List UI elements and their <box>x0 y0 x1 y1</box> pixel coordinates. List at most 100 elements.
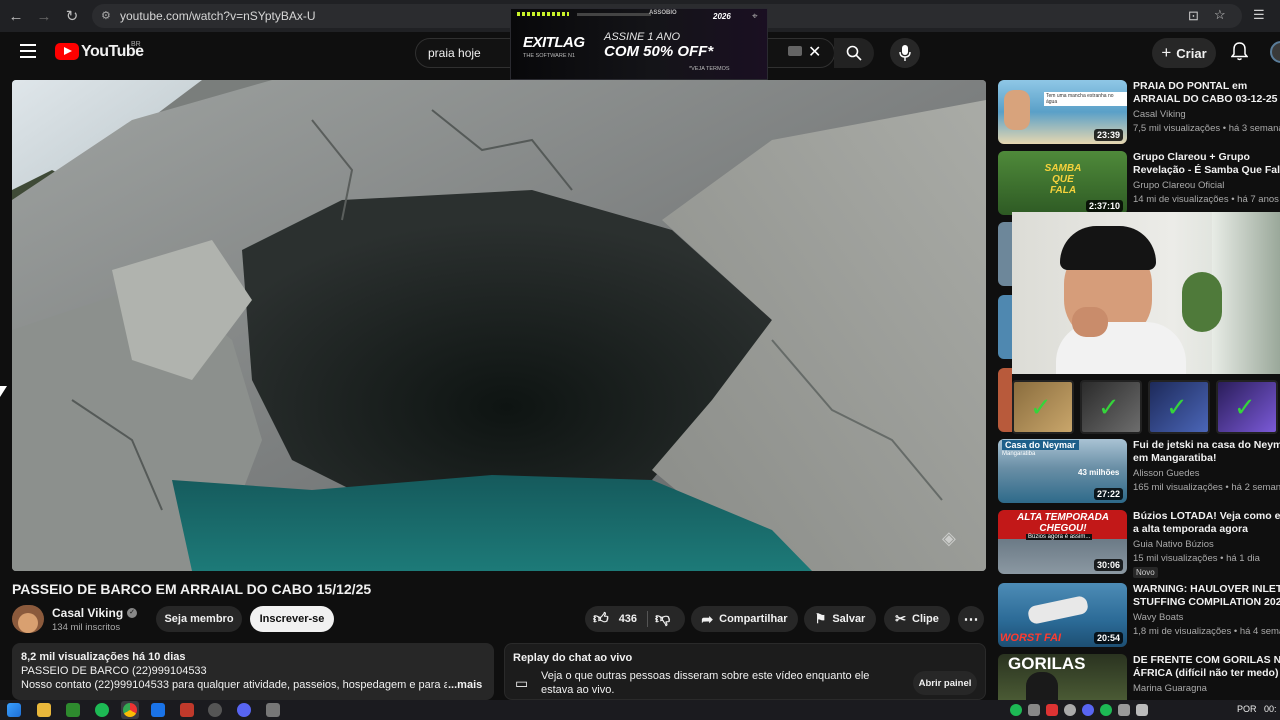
region-code: BR <box>131 41 141 48</box>
covered-thumbnail[interactable] <box>998 295 1012 359</box>
more-actions-icon[interactable]: ⋯ <box>958 606 984 632</box>
spotify-icon[interactable] <box>95 703 109 717</box>
recommendation-thumbnail[interactable]: SAMBA QUE FALA 2:37:10 <box>998 151 1127 215</box>
chrome-icon[interactable] <box>121 701 139 719</box>
recommendation-item[interactable]: Casa do Neymar Mangaratiba 43 milhões 27… <box>998 439 1280 505</box>
recommendation-channel[interactable]: Alisson Guedes <box>1133 468 1200 479</box>
voice-search-button[interactable] <box>890 38 920 68</box>
keyboard-icon[interactable] <box>788 46 802 56</box>
channel-name[interactable]: Casal Viking <box>52 606 123 620</box>
tray-icon[interactable] <box>1046 704 1058 716</box>
bookmark-icon: ⚑ <box>814 611 827 626</box>
recommendation-channel[interactable]: Guia Nativo Búzios <box>1133 539 1214 550</box>
video-duration: 20:54 <box>1093 632 1123 644</box>
clear-search-icon[interactable]: ✕ <box>808 42 821 62</box>
clock[interactable]: 00: <box>1264 704 1277 714</box>
forward-icon[interactable]: → <box>34 6 54 26</box>
app-icon[interactable] <box>266 703 280 717</box>
description-line-2: Nosso contato (22)999104533 para qualque… <box>21 679 447 691</box>
recommendation-thumbnail[interactable]: Tem uma mancha estranha no água 23:39 <box>998 80 1127 144</box>
search-value: praia hoje <box>428 46 481 60</box>
recommendation-title[interactable]: Grupo Clareou + Grupo <box>1133 151 1280 164</box>
avatar[interactable] <box>1270 41 1280 63</box>
menu-icon[interactable] <box>20 44 36 58</box>
search-icon <box>846 45 862 61</box>
recommendation-channel[interactable]: Marina Guaragna <box>1133 683 1207 694</box>
covered-thumbnail[interactable] <box>998 222 1012 286</box>
tray-icon[interactable] <box>1118 704 1130 716</box>
recommendation-item[interactable]: SAMBA QUE FALA 2:37:10 Grupo Clareou + G… <box>998 151 1280 217</box>
recommendation-title-line-2[interactable]: ÁFRICA (difícil não ter medo) <box>1133 667 1280 680</box>
recommendation-title-line-2[interactable]: Revelação - É Samba Que Fala <box>1133 164 1280 177</box>
like-count[interactable]: 436 <box>619 613 637 625</box>
recommendation-title-line-2[interactable]: a alta temporada agora <box>1133 523 1280 536</box>
like-icon[interactable]: 👍︎ <box>593 610 609 628</box>
create-button[interactable]: + Criar <box>1152 38 1216 68</box>
recommendation-meta: 1,8 mi de visualizações • há 4 semanas <box>1133 626 1280 637</box>
save-button[interactable]: ⚑ Salvar <box>804 606 876 632</box>
recommendation-title[interactable]: Fui de jetski na casa do Neymar <box>1133 439 1280 452</box>
ad-brand: EXITLAG <box>523 34 585 51</box>
app-icon[interactable] <box>180 703 194 717</box>
open-panel-button[interactable]: Abrir painel <box>913 671 977 695</box>
file-explorer-icon[interactable] <box>37 703 51 717</box>
tray-icon[interactable] <box>1028 704 1040 716</box>
tray-icon[interactable] <box>1082 704 1094 716</box>
site-settings-icon[interactable]: ⚙ <box>101 9 111 22</box>
reading-list-icon[interactable]: ☰ <box>1253 7 1265 23</box>
recommendation-item[interactable]: GORILAS DE FRENTE COM GORILAS NA ÁFRICA … <box>998 654 1280 700</box>
recommendation-title[interactable]: WARNING: HAULOVER INLET <box>1133 583 1280 596</box>
install-icon[interactable]: ⊡ <box>1188 8 1199 24</box>
recommendation-thumbnail[interactable]: WORST FAI 20:54 <box>998 583 1127 647</box>
channel-watermark-icon[interactable]: ◈ <box>942 528 956 549</box>
ad-info-icon[interactable]: ⌖ <box>752 11 758 22</box>
ad-banner[interactable]: ASSOBIO 2026 ⌖ EXITLAG THE SOFTWARE N1 A… <box>510 8 768 80</box>
recommendation-title[interactable]: Búzios LOTADA! Veja como está <box>1133 510 1280 523</box>
show-more-link[interactable]: ...mais <box>448 679 482 691</box>
recommendation-item[interactable]: ALTA TEMPORADA CHEGOU! Búzios agora é as… <box>998 510 1280 578</box>
app-icon[interactable] <box>151 703 165 717</box>
recommendation-item[interactable]: Tem uma mancha estranha no água 23:39 PR… <box>998 80 1280 146</box>
recommendation-item[interactable]: WORST FAI 20:54 WARNING: HAULOVER INLET … <box>998 583 1280 649</box>
clip-button[interactable]: ✂ Clipe <box>884 606 950 632</box>
notifications-bell-icon[interactable] <box>1230 42 1249 66</box>
recommendation-title[interactable]: DE FRENTE COM GORILAS NA <box>1133 654 1280 667</box>
video-duration: 27:22 <box>1093 488 1123 500</box>
recommendation-channel[interactable]: Wavy Boats <box>1133 612 1183 623</box>
tray-icon[interactable] <box>1136 704 1148 716</box>
share-button[interactable]: ➦ Compartilhar <box>691 606 798 632</box>
chat-replay-text: Veja o que outras pessoas disseram sobre… <box>541 670 870 696</box>
tray-icon[interactable] <box>1064 704 1076 716</box>
app-icon[interactable] <box>208 703 222 717</box>
start-menu-icon[interactable] <box>7 703 21 717</box>
tray-icon[interactable] <box>1100 704 1112 716</box>
recommendation-thumbnail[interactable]: GORILAS <box>998 654 1127 700</box>
description-box[interactable]: 8,2 mil visualizações há 10 dias PASSEIO… <box>12 643 494 700</box>
recommendation-meta: 165 mil visualizações • há 2 semanas <box>1133 482 1280 493</box>
reload-icon[interactable]: ↻ <box>62 6 82 26</box>
channel-avatar[interactable] <box>12 605 44 633</box>
create-label: Criar <box>1176 45 1207 61</box>
recommendation-channel[interactable]: Grupo Clareou Oficial <box>1133 180 1224 191</box>
app-icon[interactable] <box>66 703 80 717</box>
recommendation-thumbnail[interactable]: ALTA TEMPORADA CHEGOU! Búzios agora é as… <box>998 510 1127 574</box>
subscribe-button[interactable]: Inscrever-se <box>250 606 334 632</box>
bookmark-star-icon[interactable]: ☆ <box>1214 7 1226 23</box>
recommendation-title[interactable]: PRAIA DO PONTAL em <box>1133 80 1280 93</box>
join-button[interactable]: Seja membro <box>156 606 242 632</box>
url-text: youtube.com/watch?v=nSYptyBAx-U <box>120 9 316 23</box>
tray-icon[interactable] <box>1010 704 1022 716</box>
youtube-logo-icon[interactable] <box>55 43 79 60</box>
thumbnail-count: 43 milhões <box>1078 468 1120 477</box>
search-button[interactable] <box>834 38 874 68</box>
dislike-icon[interactable]: 👎︎ <box>655 610 670 628</box>
keyboard-language[interactable]: POR <box>1237 704 1257 714</box>
recommendation-title-line-2[interactable]: STUFFING COMPILATION 2025 <box>1133 596 1280 609</box>
discord-icon[interactable] <box>237 703 251 717</box>
recommendation-channel[interactable]: Casal Viking <box>1133 109 1186 120</box>
back-icon[interactable]: ← <box>6 6 26 26</box>
recommendation-thumbnail[interactable]: Casa do Neymar Mangaratiba 43 milhões 27… <box>998 439 1127 503</box>
recommendation-title-line-2[interactable]: ARRAIAL DO CABO 03-12-25 <box>1133 93 1280 106</box>
video-player[interactable]: ◈ <box>12 80 986 571</box>
recommendation-title-line-2[interactable]: em Mangaratiba! <box>1133 452 1280 465</box>
